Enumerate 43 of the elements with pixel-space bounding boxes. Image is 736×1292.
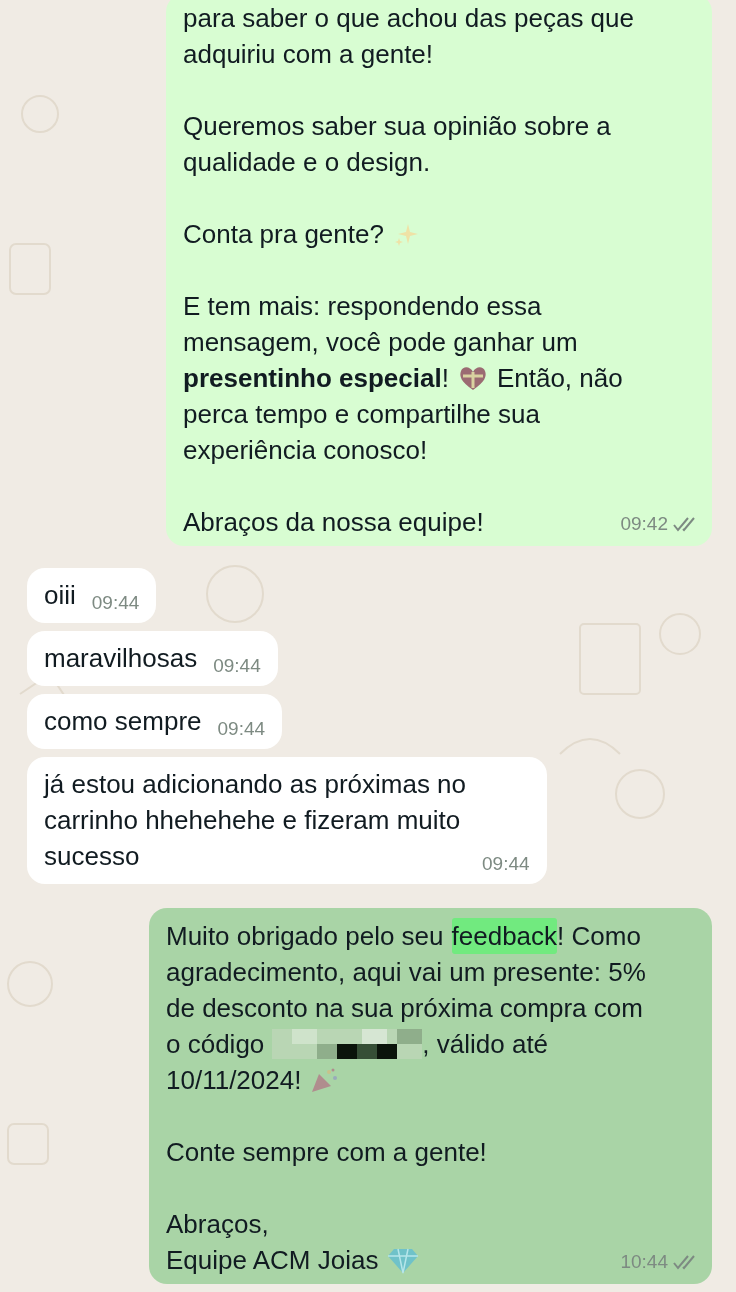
message-bubble[interactable] bbox=[166, 0, 712, 546]
message-bubble[interactable]: oiii 09:44 bbox=[27, 568, 157, 623]
message-text: maravilhosas bbox=[44, 642, 198, 675]
message-text: de desconto na sua próxima compra com bbox=[166, 992, 643, 1025]
message-time: 09:44 bbox=[217, 716, 266, 741]
message-text: , válido até bbox=[422, 1028, 549, 1061]
message-bubble[interactable]: já estou adicionando as próximas no carrinho hhehehehe e fizeram muito sucesso 09:44 bbox=[27, 757, 547, 884]
message-text: E tem mais: respondendo essa bbox=[183, 290, 542, 323]
message-text: adquiriu com a gente! bbox=[183, 38, 434, 71]
message-text: ! Como bbox=[557, 920, 641, 953]
message-time: 09:42 bbox=[620, 511, 668, 536]
diamond-icon bbox=[386, 1246, 421, 1274]
message-text: Queremos saber sua opinião sobre a bbox=[183, 110, 611, 143]
message-text: oiii bbox=[44, 579, 76, 612]
message-time: 09:44 bbox=[213, 653, 261, 678]
message-text: Então, não bbox=[496, 362, 623, 395]
message-time: 09:44 bbox=[482, 851, 530, 876]
message-text: Abraços, bbox=[166, 1208, 269, 1241]
highlighted-word: feedback bbox=[451, 918, 558, 954]
message-bubble[interactable]: maravilhosas 09:44 bbox=[27, 631, 278, 686]
message-text: Abraços da nossa equipe! bbox=[183, 506, 484, 539]
message-time: 09:44 bbox=[91, 590, 140, 615]
message-text: Muito obrigado pelo seu bbox=[166, 920, 444, 953]
message-text: para saber o que achou das peças que bbox=[183, 2, 634, 35]
message-text: mensagem, você pode ganhar um bbox=[183, 326, 578, 359]
message-text: carrinho hhehehehe e fizeram muito bbox=[44, 804, 461, 837]
message-text: Equipe ACM Joias bbox=[166, 1244, 379, 1277]
message-text: Conta pra gente? bbox=[183, 218, 384, 251]
message-text: o código bbox=[166, 1028, 265, 1061]
message-bubble[interactable]: como sempre 09:44 bbox=[27, 694, 283, 749]
message-text: agradecimento, aqui vai um presente: 5% bbox=[166, 956, 646, 989]
message-text: presentinho especial! bbox=[183, 362, 449, 395]
message-text: como sempre bbox=[44, 705, 202, 738]
message-text: 10/11/2024! bbox=[166, 1064, 302, 1097]
message-text: sucesso bbox=[44, 840, 140, 873]
message-text: qualidade e o design. bbox=[183, 146, 431, 179]
message-text: experiência conosco! bbox=[183, 434, 428, 467]
message-text: perca tempo e compartilhe sua bbox=[183, 398, 540, 431]
message-text: já estou adicionando as próximas no bbox=[44, 768, 467, 801]
message-time: 10:44 bbox=[620, 1249, 668, 1274]
message-bubble[interactable] bbox=[149, 908, 712, 1284]
message-text: Conte sempre com a gente! bbox=[166, 1136, 487, 1169]
party-popper-icon bbox=[309, 1066, 340, 1094]
